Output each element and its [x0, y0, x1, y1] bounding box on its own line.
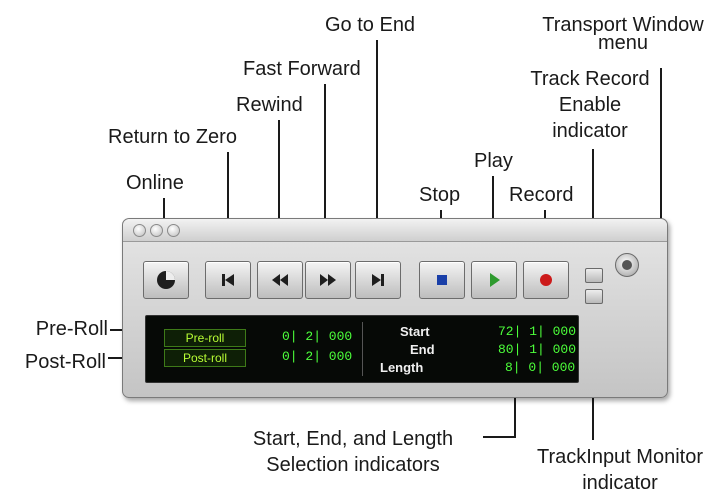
minimize-window-button[interactable] [150, 224, 163, 237]
record-icon [540, 274, 552, 286]
online-clock-icon [157, 271, 175, 289]
transport-window: Pre-roll Post-roll 0| 2| 000 0| 2| 000 S… [122, 218, 668, 398]
end-label: End [410, 342, 435, 357]
rewind-button[interactable] [257, 261, 303, 299]
fast-forward-icon [320, 274, 336, 286]
counter-divider [362, 322, 363, 376]
stop-icon [437, 275, 447, 285]
skip-to-start-icon [222, 274, 234, 286]
rewind-icon [272, 274, 288, 286]
pre-roll-value[interactable]: 0| 2| 000 [282, 329, 352, 344]
post-roll-value[interactable]: 0| 2| 000 [282, 349, 352, 364]
skip-to-end-icon [372, 274, 384, 286]
length-label: Length [380, 360, 424, 375]
menu-dot-icon [622, 260, 632, 270]
track-input-monitor-indicator[interactable] [585, 289, 603, 304]
zoom-window-button[interactable] [167, 224, 180, 237]
play-button[interactable] [471, 261, 517, 299]
length-value[interactable]: 8| 0| 000 [505, 360, 575, 375]
play-icon [490, 273, 500, 287]
pre-roll-toggle[interactable]: Pre-roll [164, 329, 246, 347]
title-bar[interactable] [123, 219, 667, 242]
counter-display: Pre-roll Post-roll 0| 2| 000 0| 2| 000 S… [145, 315, 579, 383]
close-window-button[interactable] [133, 224, 146, 237]
stop-button[interactable] [419, 261, 465, 299]
end-value[interactable]: 80| 1| 000 [498, 342, 576, 357]
start-label: Start [400, 324, 430, 339]
transport-window-menu-button[interactable] [615, 253, 639, 277]
go-to-end-button[interactable] [355, 261, 401, 299]
return-to-zero-button[interactable] [205, 261, 251, 299]
record-button[interactable] [523, 261, 569, 299]
fast-forward-button[interactable] [305, 261, 351, 299]
online-button[interactable] [143, 261, 189, 299]
post-roll-toggle[interactable]: Post-roll [164, 349, 246, 367]
start-value[interactable]: 72| 1| 000 [498, 324, 576, 339]
track-record-enable-indicator[interactable] [585, 268, 603, 283]
